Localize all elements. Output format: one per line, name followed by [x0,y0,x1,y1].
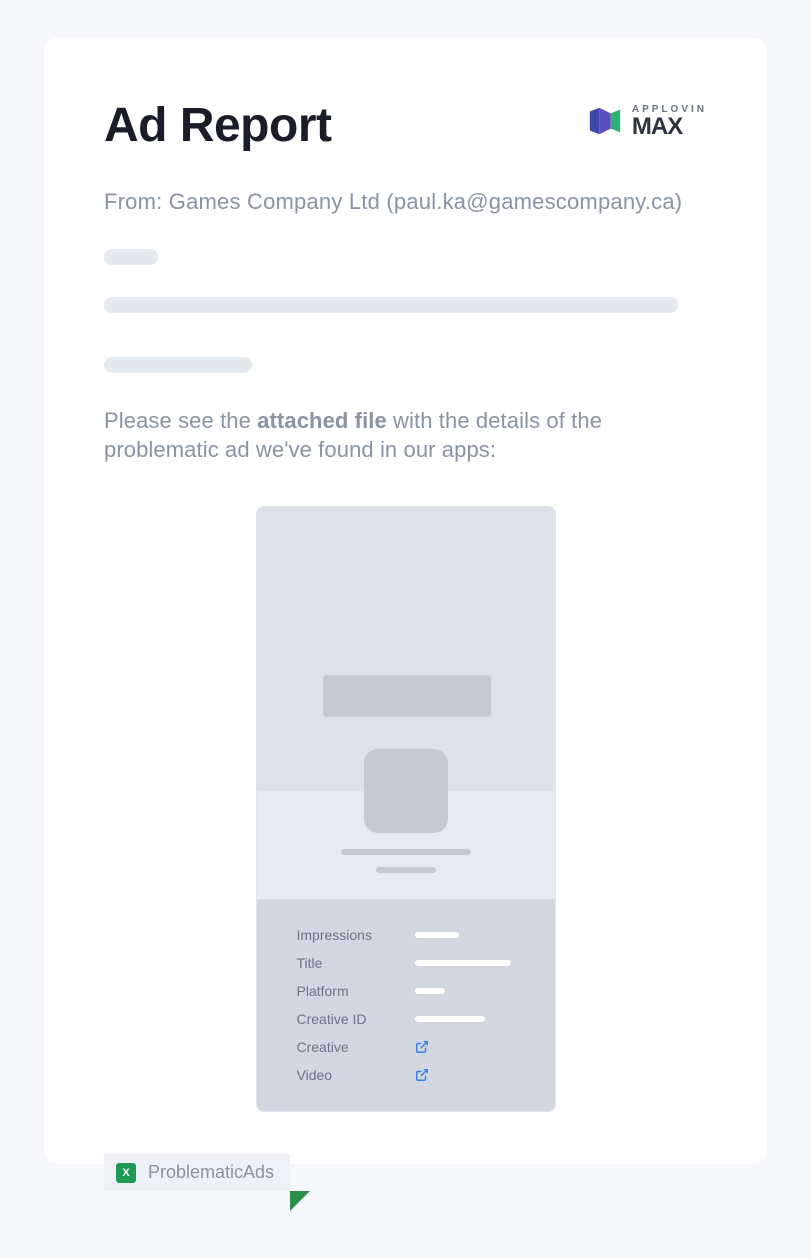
attachment-fold-decoration [290,1191,310,1211]
detail-row-video: Video [297,1061,515,1089]
preview-placeholder-rect [323,675,491,717]
preview-text-line-2 [376,867,436,873]
detail-row-platform: Platform [297,977,515,1005]
logo-text-block: APPLOVIN MAX [632,104,707,139]
detail-value-skeleton [415,932,459,938]
detail-label-video: Video [297,1067,415,1083]
attachment-filename: ProblematicAds [148,1162,274,1183]
logo-brand-big: MAX [632,115,707,139]
page-title: Ad Report [104,98,331,153]
from-prefix: From: [104,189,169,214]
from-email: (paul.ka@gamescompany.ca) [386,189,682,214]
detail-label-title: Title [297,955,415,971]
preview-text-line [341,849,471,855]
attachment-chip[interactable]: X ProblematicAds [104,1154,290,1191]
external-link-icon[interactable] [415,1068,429,1082]
external-link-icon[interactable] [415,1040,429,1054]
excel-file-icon: X [116,1163,136,1183]
detail-label-platform: Platform [297,983,415,999]
detail-row-creative-id: Creative ID [297,1005,515,1033]
preview-app-icon-placeholder [364,749,448,833]
detail-row-title: Title [297,949,515,977]
body-bold: attached file [257,408,387,433]
from-line: From: Games Company Ltd (paul.ka@gamesco… [104,189,707,215]
detail-row-impressions: Impressions [297,921,515,949]
body-message: Please see the attached file with the de… [104,407,707,464]
applovin-max-logo: APPLOVIN MAX [586,98,707,140]
attachment-row: X ProblematicAds [104,1154,707,1191]
preview-mid-area [257,791,555,899]
detail-label-creative: Creative [297,1039,415,1055]
ad-report-card: Ad Report APPLOVIN MAX From: Games Compa… [44,38,767,1164]
skeleton-medium [104,357,252,373]
detail-label-creative-id: Creative ID [297,1011,415,1027]
detail-value-skeleton [415,960,511,966]
skeleton-long [104,297,678,313]
applovin-logomark-icon [586,102,624,140]
from-company: Games Company Ltd [169,189,387,214]
body-pre: Please see the [104,408,257,433]
detail-row-creative: Creative [297,1033,515,1061]
detail-value-skeleton [415,988,445,994]
detail-label-impressions: Impressions [297,927,415,943]
header-row: Ad Report APPLOVIN MAX [104,98,707,153]
skeleton-short [104,249,158,265]
ad-preview-card: Impressions Title Platform Creative ID C… [256,506,556,1112]
detail-value-skeleton [415,1016,485,1022]
ad-details-panel: Impressions Title Platform Creative ID C… [257,899,555,1111]
